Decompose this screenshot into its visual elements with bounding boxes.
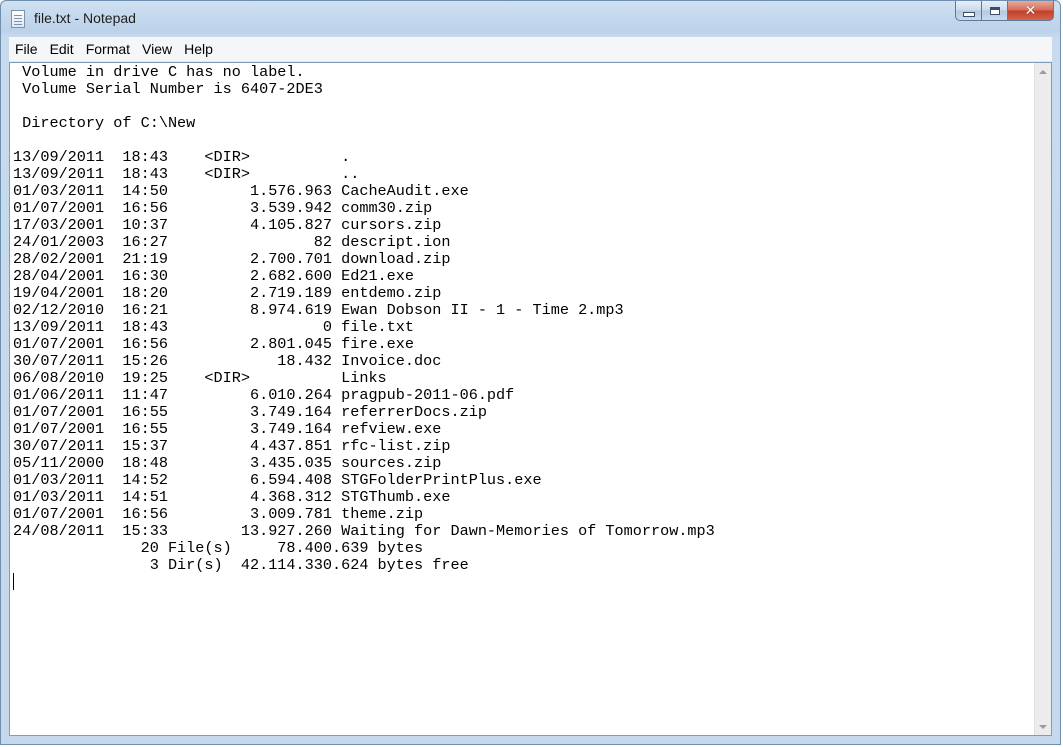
scroll-down-arrow-icon (1039, 724, 1047, 729)
document-text[interactable]: Volume in drive C has no label. Volume S… (13, 64, 1029, 735)
text-line: 01/07/2001 16:56 3.009.781 theme.zip (13, 505, 424, 523)
text-line: 13/09/2011 18:43 0 file.txt (13, 318, 415, 336)
text-line: 01/07/2001 16:56 2.801.045 fire.exe (13, 335, 415, 353)
menu-format[interactable]: Format (80, 37, 136, 61)
text-line: 01/07/2001 16:55 3.749.164 refview.exe (13, 420, 442, 438)
text-editor-area[interactable]: Volume in drive C has no label. Volume S… (9, 62, 1052, 736)
maximize-icon (989, 6, 1000, 15)
title-bar[interactable]: file.txt - Notepad ✕ (1, 1, 1060, 37)
text-line: 3 Dir(s) 42.114.330.624 bytes free (13, 556, 469, 574)
text-line: 28/02/2001 21:19 2.700.701 download.zip (13, 250, 451, 268)
close-icon: ✕ (1024, 2, 1037, 19)
menu-view[interactable]: View (136, 37, 178, 61)
scroll-up-button[interactable] (1035, 63, 1051, 80)
menu-file[interactable]: File (9, 37, 44, 61)
text-line: 01/07/2001 16:56 3.539.942 comm30.zip (13, 199, 433, 217)
text-line: 01/03/2011 14:52 6.594.408 STGFolderPrin… (13, 471, 542, 489)
text-line: 13/09/2011 18:43 <DIR> .. (13, 165, 360, 183)
text-line: 01/03/2011 14:50 1.576.963 CacheAudit.ex… (13, 182, 469, 200)
text-line: Volume in drive C has no label. (13, 64, 305, 81)
vertical-scrollbar[interactable] (1034, 63, 1051, 735)
text-caret (13, 573, 14, 590)
minimize-button[interactable] (955, 1, 982, 21)
minimize-icon (962, 11, 975, 17)
text-line: 02/12/2010 16:21 8.974.619 Ewan Dobson I… (13, 301, 624, 319)
text-line: 20 File(s) 78.400.639 bytes (13, 539, 424, 557)
text-line: 30/07/2011 15:26 18.432 Invoice.doc (13, 352, 442, 370)
menu-bar: File Edit Format View Help (9, 37, 1052, 62)
text-line: 06/08/2010 19:25 <DIR> Links (13, 369, 387, 387)
scroll-down-button[interactable] (1035, 718, 1051, 735)
window-title: file.txt - Notepad (34, 10, 136, 26)
scroll-up-arrow-icon (1039, 69, 1047, 74)
window-controls: ✕ (955, 1, 1054, 23)
maximize-button[interactable] (982, 1, 1008, 21)
text-line: 24/08/2011 15:33 13.927.260 Waiting for … (13, 522, 715, 540)
text-line: 01/06/2011 11:47 6.010.264 pragpub-2011-… (13, 386, 515, 404)
text-line: 05/11/2000 18:48 3.435.035 sources.zip (13, 454, 442, 472)
text-line: 01/03/2011 14:51 4.368.312 STGThumb.exe (13, 488, 451, 506)
notepad-window: file.txt - Notepad ✕ File Edit Format Vi… (0, 0, 1061, 745)
text-line: Directory of C:\New (13, 114, 196, 132)
text-line: 28/04/2001 16:30 2.682.600 Ed21.exe (13, 267, 415, 285)
text-line: 30/07/2011 15:37 4.437.851 rfc-list.zip (13, 437, 451, 455)
text-line: 01/07/2001 16:55 3.749.164 referrerDocs.… (13, 403, 487, 421)
close-button[interactable]: ✕ (1008, 1, 1054, 21)
text-line: 17/03/2001 10:37 4.105.827 cursors.zip (13, 216, 442, 234)
menu-edit[interactable]: Edit (44, 37, 80, 61)
text-line: 19/04/2001 18:20 2.719.189 entdemo.zip (13, 284, 442, 302)
text-line: 13/09/2011 18:43 <DIR> . (13, 148, 351, 166)
text-line: 24/01/2003 16:27 82 descript.ion (13, 233, 451, 251)
text-line: Volume Serial Number is 6407-2DE3 (13, 80, 323, 98)
menu-help[interactable]: Help (178, 37, 219, 61)
notepad-app-icon[interactable] (11, 10, 25, 28)
